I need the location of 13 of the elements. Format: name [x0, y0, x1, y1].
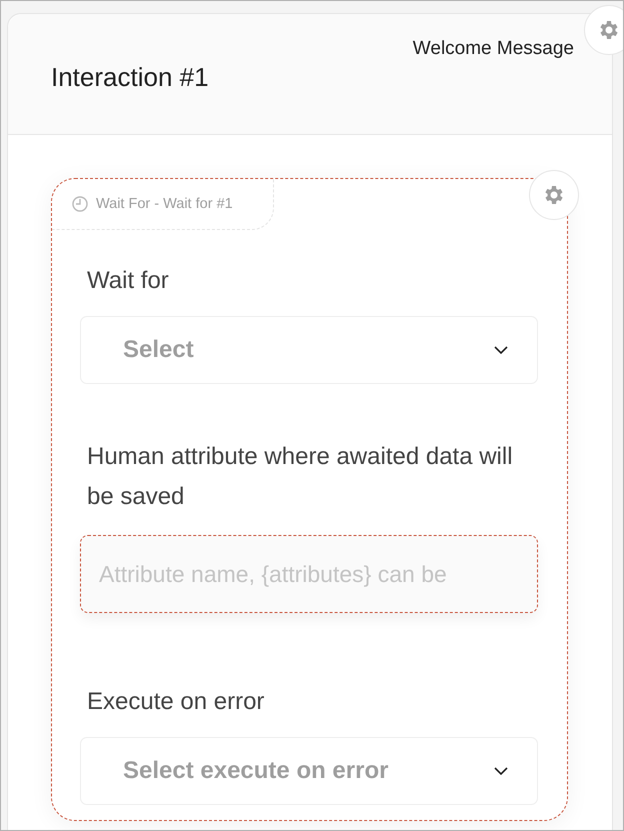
- select-dropdown[interactable]: Select: [80, 316, 538, 384]
- card-subtitle: Welcome Message: [412, 38, 574, 60]
- field-label: Execute on error: [87, 687, 266, 717]
- settings-button[interactable]: [584, 5, 623, 55]
- settings-button[interactable]: [529, 170, 579, 220]
- card-title: Interaction #1: [51, 62, 209, 93]
- chevron-down-icon: [494, 346, 508, 354]
- select-dropdown[interactable]: Select execute on error: [80, 737, 538, 805]
- block-title: Wait For - Wait for #1: [96, 196, 233, 212]
- chevron-down-icon: [494, 767, 508, 775]
- field-label: Wait for: [87, 266, 170, 296]
- clock-icon: [72, 196, 88, 212]
- field-label: Human attribute where awaited data will be saved: [87, 442, 514, 512]
